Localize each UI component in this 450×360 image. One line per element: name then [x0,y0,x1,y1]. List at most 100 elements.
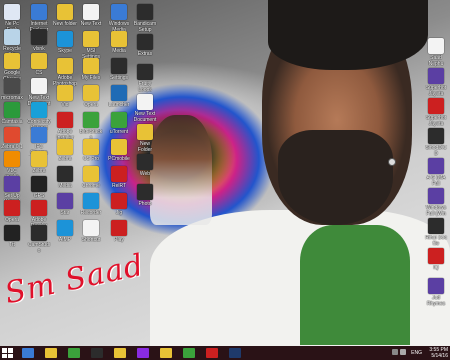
desktop-icon[interactable]: My Files [79,58,103,81]
desktop-icon[interactable]: Windows Full (Win [424,188,448,217]
desktop-icon[interactable]: MSI Settings [79,31,103,60]
desktop-icon[interactable]: Adobe Installer [53,112,77,141]
desktop-icon[interactable]: CS [27,53,51,76]
desktop-icon-label: Saad Nephu [428,55,444,67]
desktop-icon-label: A G (MA Full [426,175,446,187]
app-icon [31,102,47,118]
wallpaper-tshirt [300,225,410,345]
recorder-taskbar-icon[interactable] [206,348,218,358]
desktop-icon[interactable]: RelRT [107,166,131,189]
desktop-icon[interactable]: micromax [0,77,24,101]
media-taskbar-icon[interactable] [91,348,103,358]
desktop-icon[interactable]: New Folder [133,124,157,153]
app-icon [31,200,47,216]
clock[interactable]: 3:55 PM 5/14/16 [429,347,448,359]
desktop-icon-label: Launcher [108,102,130,108]
desktop-icon[interactable]: New folder [53,4,77,27]
wallpaper-eye-reflection [150,115,212,225]
desktop-icon[interactable]: Rihai Doc file [424,218,448,247]
desktop-icon[interactable]: uTorrent [107,112,131,135]
app-icon [428,98,444,114]
desktop-icon-label: Zebra 0 1 [1,143,23,150]
desktop-icon[interactable]: New Text Document [133,94,157,123]
desktop-icon[interactable]: CamStudio [27,224,51,254]
network-icon[interactable] [392,349,398,355]
desktop-icon-label: New Text [80,21,102,27]
desktop-icon[interactable]: Settings [107,58,131,81]
desktop-icon[interactable]: Web [133,154,157,177]
app-icon [57,112,73,128]
desktop-icon[interactable]: AIMP [53,220,77,243]
app-icon [31,4,47,20]
desktop-icon[interactable]: PCmobile [107,139,131,162]
explorer-taskbar-icon[interactable] [45,348,57,358]
app-icon [31,28,47,45]
desktop-icon[interactable]: Superhot Jayeta [424,98,448,127]
files-taskbar-icon[interactable] [160,348,172,358]
desktop-icon-label: Shortcut [81,237,101,243]
app-icon [83,193,99,209]
desktop-icon[interactable]: IQ [424,248,448,271]
app-icon [57,4,73,20]
app-icon [57,58,73,74]
desktop-icon[interactable]: Zebra [53,139,77,162]
wallpaper-beard [278,130,393,225]
desktop-icon[interactable]: Adobe Photoshop [53,58,77,87]
desktop-icon[interactable]: Superhot Jayeta [424,68,448,97]
desktop-icon[interactable]: CS Pro [79,139,103,162]
desktop-icon[interactable]: Media [53,166,77,189]
desktop-icon[interactable]: GPS [27,175,51,199]
clock-date: 5/14/16 [431,353,448,359]
desktop-icon[interactable]: BlueStacks [79,112,103,141]
app-icon [428,68,444,84]
desktop-icon[interactable]: Star [53,193,77,216]
desktop-icon[interactable]: Zebra [27,151,51,174]
desktop-icon[interactable]: Jig [107,193,131,216]
app-icon [83,4,99,20]
desktop-icon[interactable]: Recorder [79,193,103,216]
desktop-icon[interactable]: Opera [0,200,24,223]
desktop-icon-label: Superhot Jayeta [425,85,447,97]
desktop-icon[interactable]: vlsnk [27,28,51,52]
desktop-icon[interactable]: Jud Rhymes [424,278,448,307]
desktop-icon[interactable]: SinodDiCD [424,128,448,157]
desktop-icon[interactable]: Camtasia [0,102,24,125]
store-taskbar-icon[interactable] [68,348,80,358]
desktop-icon[interactable]: Shortcut [79,220,103,243]
app-icon [137,154,153,170]
app-icon [137,4,153,20]
photoshop-taskbar-icon[interactable] [229,348,241,358]
chrome-taskbar-icon[interactable] [114,348,126,358]
desktop-icon[interactable]: A G (MA Full [424,158,448,187]
desktop-icon-label: Photo [138,201,152,207]
volume-icon[interactable] [400,349,406,355]
desktop-icon[interactable]: Launcher [107,85,131,108]
desktop-icon-label: Zebra [32,168,46,174]
desktop-icon[interactable]: Chrome [79,166,103,189]
desktop-icon[interactable]: Photo [133,184,157,207]
app-taskbar-icon[interactable] [137,348,149,358]
language-indicator[interactable]: ENG [411,350,422,356]
desktop-icon-label: Jud Rhymes [426,295,446,307]
app-icon [57,193,73,209]
app-icon [4,4,20,20]
desktop-icon[interactable]: Windows Media Setup [107,4,131,33]
desktop-icon[interactable]: Fruity Loops [133,64,157,93]
desktop-icon[interactable]: Media [107,31,131,54]
camtasia-taskbar-icon[interactable] [183,348,195,358]
desktop-icon[interactable]: Ttt [0,224,24,248]
desktop-icon[interactable]: Skype [53,31,77,54]
desktop-icon-label: RelRT [111,183,127,189]
ie-taskbar-icon[interactable] [22,348,34,358]
desktop-icon[interactable]: Extras [133,34,157,57]
start-button[interactable] [2,348,13,358]
desktop-icon[interactable]: Bandicam Setup [133,4,157,33]
desktop-icon[interactable]: Zebra 0 1 [0,126,24,150]
app-icon [428,128,444,144]
desktop-icon[interactable]: Vid [53,85,77,108]
desktop-icon[interactable]: Opera [79,85,103,108]
desktop-icon[interactable]: Play [107,220,131,243]
desktop-icon[interactable]: Saad Nephu [424,38,448,67]
desktop-icon[interactable]: New Text [79,4,103,27]
desktop-icon-label: micromax [1,94,23,101]
